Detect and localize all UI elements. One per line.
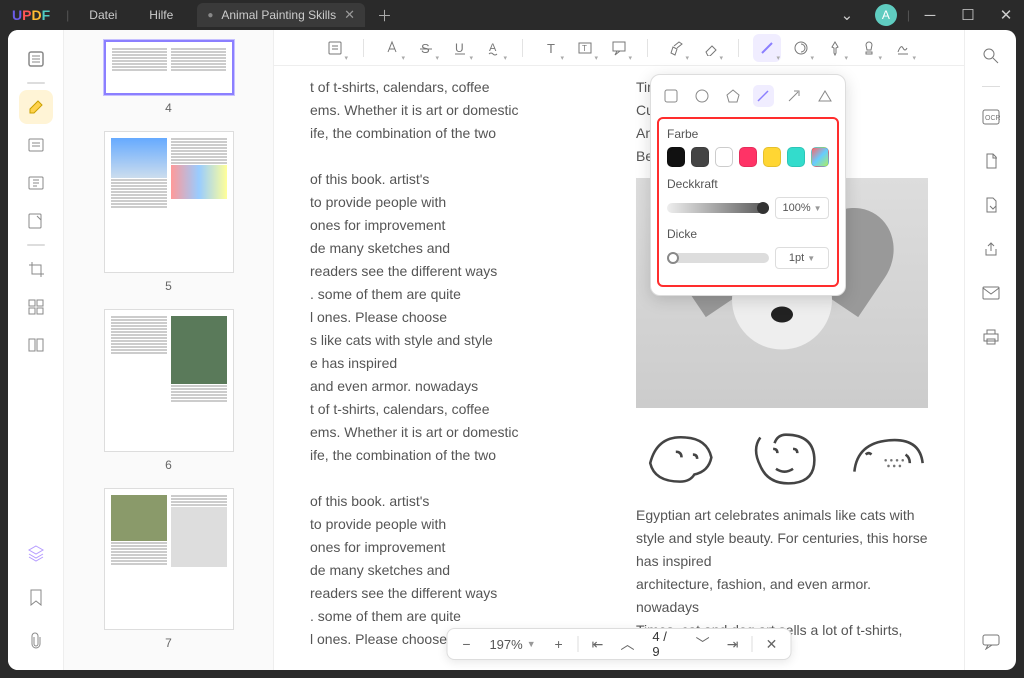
- thickness-value[interactable]: 1pt▼: [775, 247, 829, 269]
- stamp2-icon[interactable]: ▾: [855, 34, 883, 62]
- thumb-number: 7: [165, 636, 172, 650]
- thumb-number: 6: [165, 458, 172, 472]
- shape-line[interactable]: [753, 85, 774, 107]
- color-label: Farbe: [667, 127, 829, 141]
- window-close[interactable]: ✕: [988, 1, 1024, 29]
- email-icon[interactable]: [977, 279, 1005, 307]
- callout-icon[interactable]: ▾: [605, 34, 633, 62]
- shape-polygon[interactable]: [722, 85, 743, 107]
- chevron-down-icon[interactable]: ⌄: [829, 1, 865, 29]
- avatar[interactable]: A: [875, 4, 897, 26]
- annotation-toolbar: ▾ ▾ S▾ U▾ A▾ T▾ T▾ ▾ ▾ ▾ ▾ ▾: [274, 30, 964, 66]
- close-tab-icon[interactable]: ✕: [344, 7, 355, 23]
- print-icon[interactable]: [977, 323, 1005, 351]
- thumb-number: 4: [165, 101, 172, 115]
- new-tab-button[interactable]: ＋: [365, 5, 404, 26]
- share-icon[interactable]: [977, 235, 1005, 263]
- compare-icon[interactable]: [19, 328, 53, 362]
- opacity-value[interactable]: 100%▼: [775, 197, 829, 219]
- form-icon[interactable]: [19, 128, 53, 162]
- svg-text:T: T: [582, 44, 587, 53]
- shapes-popup: Farbe Deckkraft 100%▼ Dicke 1pt▼: [650, 74, 846, 296]
- zoom-in-icon[interactable]: +: [548, 633, 570, 655]
- attachment-icon[interactable]: [19, 624, 53, 658]
- convert-icon[interactable]: [977, 191, 1005, 219]
- color-swatch[interactable]: [715, 147, 733, 167]
- window-minimize[interactable]: ─: [912, 1, 948, 29]
- redact-icon[interactable]: [19, 290, 53, 324]
- view-mode-icon[interactable]: [19, 42, 53, 76]
- text-icon[interactable]: T▾: [537, 34, 565, 62]
- ocr-icon[interactable]: OCR: [977, 103, 1005, 131]
- thumbnail-page-4[interactable]: [104, 40, 234, 95]
- menu-file[interactable]: Datei: [73, 0, 133, 30]
- textbox-icon[interactable]: T▾: [571, 34, 599, 62]
- left-sidebar: [8, 30, 64, 670]
- eraser-icon[interactable]: ▾: [696, 34, 724, 62]
- close-bar-icon[interactable]: ✕: [761, 633, 783, 655]
- window-maximize[interactable]: ☐: [950, 1, 986, 29]
- color-swatch[interactable]: [787, 147, 805, 167]
- stamp-icon[interactable]: ▾: [787, 34, 815, 62]
- svg-text:OCR: OCR: [985, 115, 1000, 122]
- svg-text:T: T: [547, 41, 555, 56]
- thickness-label: Dicke: [667, 227, 829, 241]
- color-swatch[interactable]: [667, 147, 685, 167]
- highlight-icon[interactable]: ▾: [378, 34, 406, 62]
- strikethrough-icon[interactable]: S▾: [412, 34, 440, 62]
- app-logo: UPDF: [0, 7, 62, 23]
- export-icon[interactable]: [977, 147, 1005, 175]
- note-icon[interactable]: ▾: [321, 34, 349, 62]
- annotate-icon[interactable]: [19, 90, 53, 124]
- tab-indicator-icon: ●: [207, 10, 213, 21]
- color-swatch[interactable]: [763, 147, 781, 167]
- crop-icon[interactable]: [19, 252, 53, 286]
- opacity-slider[interactable]: [667, 203, 769, 213]
- color-swatch[interactable]: [691, 147, 709, 167]
- first-page-icon[interactable]: ⇤: [587, 633, 609, 655]
- comment-panel-icon[interactable]: [977, 628, 1005, 656]
- zoom-out-icon[interactable]: −: [456, 633, 478, 655]
- document-view: t of t-shirts, calendars, coffee ems. Wh…: [274, 66, 964, 670]
- shape-circle[interactable]: [692, 85, 713, 107]
- opacity-label: Deckkraft: [667, 177, 829, 191]
- sketch-row: [636, 420, 928, 492]
- thumbnail-page-5[interactable]: [104, 131, 234, 273]
- thumbnail-page-6[interactable]: [104, 309, 234, 451]
- search-icon[interactable]: [977, 42, 1005, 70]
- layers-icon[interactable]: [19, 536, 53, 570]
- menu-help[interactable]: Hilfe: [133, 0, 189, 30]
- thumbnail-panel: 4 5 6 7: [64, 30, 274, 670]
- bookmark-icon[interactable]: [19, 580, 53, 614]
- signature-icon[interactable]: ▾: [889, 34, 917, 62]
- next-page-icon[interactable]: ﹀: [692, 633, 714, 655]
- svg-text:A: A: [489, 42, 497, 54]
- zoom-level[interactable]: 197%▼: [485, 637, 539, 652]
- shape-triangle[interactable]: [814, 85, 835, 107]
- last-page-icon[interactable]: ⇥: [722, 633, 744, 655]
- edit-text-icon[interactable]: [19, 166, 53, 200]
- pencil-icon[interactable]: ▾: [662, 34, 690, 62]
- underline-icon[interactable]: U▾: [446, 34, 474, 62]
- thickness-slider[interactable]: [667, 253, 769, 263]
- document-tab[interactable]: ● Animal Painting Skills ✕: [197, 3, 365, 27]
- text-column-left: t of t-shirts, calendars, coffee ems. Wh…: [310, 76, 602, 660]
- page-controls: − 197%▼ + ⇤ ︿ 4 / 9 ﹀ ⇥ ✕: [447, 628, 792, 660]
- right-sidebar: OCR: [964, 30, 1016, 670]
- thumb-number: 5: [165, 279, 172, 293]
- thumbnail-page-7[interactable]: [104, 488, 234, 630]
- tab-title: Animal Painting Skills: [221, 8, 336, 22]
- squiggly-icon[interactable]: A▾: [480, 34, 508, 62]
- shapes-tool[interactable]: ▾: [753, 34, 781, 62]
- pin-icon[interactable]: ▾: [821, 34, 849, 62]
- shape-square[interactable]: [661, 85, 682, 107]
- color-swatch[interactable]: [811, 147, 829, 167]
- svg-text:U: U: [455, 41, 464, 55]
- page-indicator[interactable]: 4 / 9: [646, 629, 683, 659]
- organize-icon[interactable]: [19, 204, 53, 238]
- color-swatch[interactable]: [739, 147, 757, 167]
- shape-arrow[interactable]: [784, 85, 805, 107]
- prev-page-icon[interactable]: ︿: [616, 633, 638, 655]
